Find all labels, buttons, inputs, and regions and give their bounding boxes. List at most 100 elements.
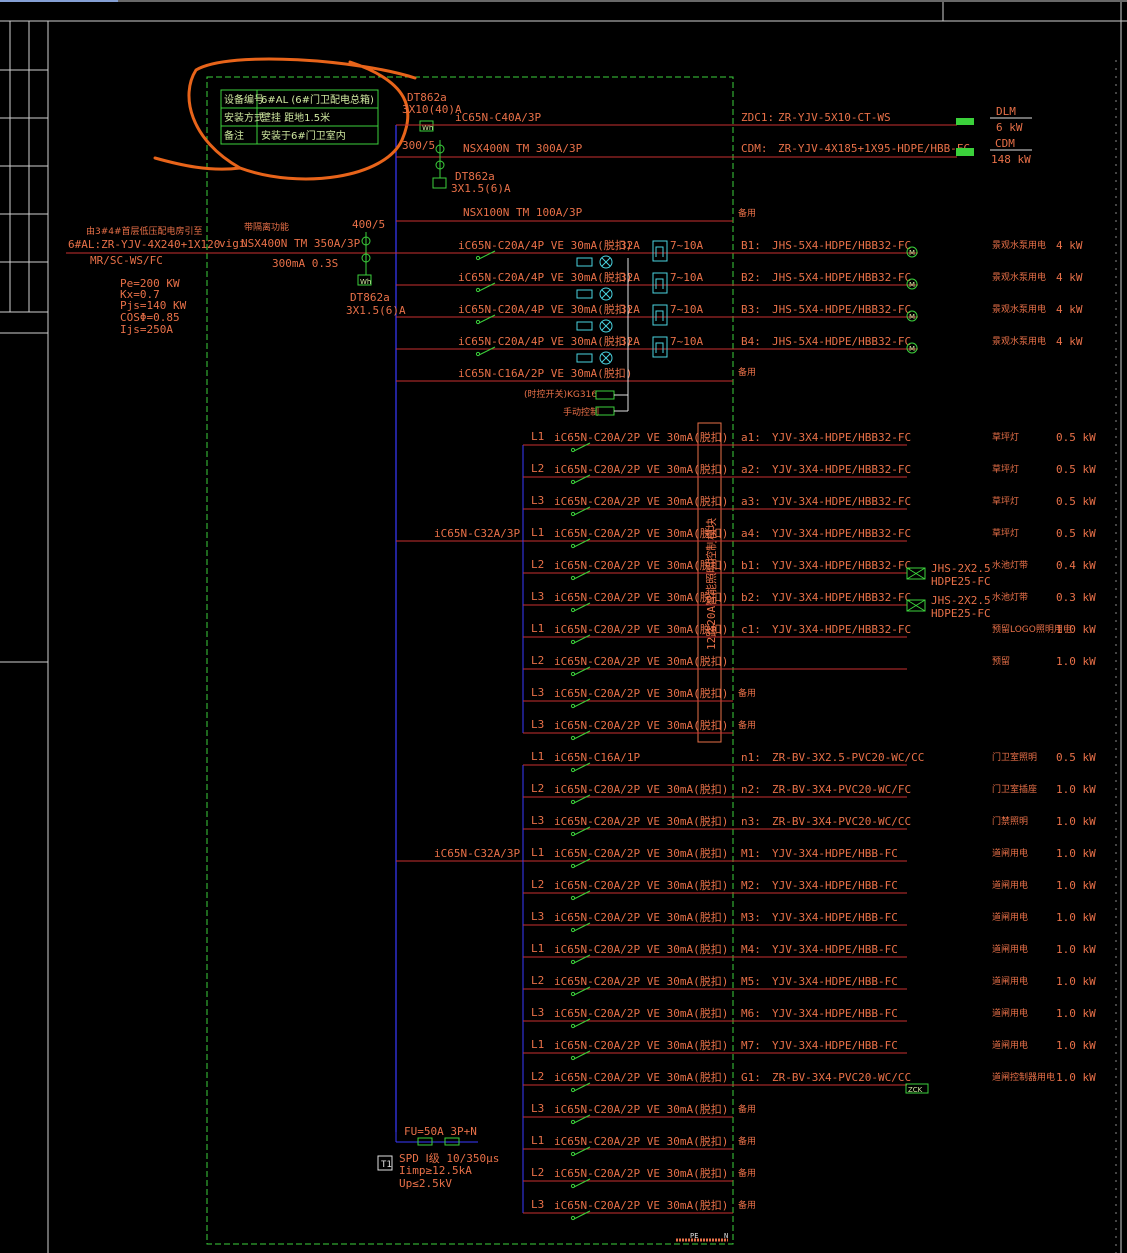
group2-main-breaker: iC65N-C32A/3P <box>434 847 520 860</box>
phase-label: L3 <box>531 1006 544 1019</box>
top-circuit-2-ct: 300/5 <box>402 139 435 152</box>
pump-breaker: iC65N-C20A/4P VE 30mA(脱扣) <box>458 302 632 316</box>
top-circuit-3-breaker: NSX100N TM 100A/3P <box>463 206 583 219</box>
group2-row: L2 iC65N-C20A/2P VE 30mA(脱扣) M5: YJV-3X4-HD… <box>523 974 1096 997</box>
pump-amp: 32A <box>620 335 640 348</box>
branch-breaker: iC65N-C20A/2P VE 30mA(脱扣) <box>554 590 728 604</box>
branch-breaker: iC65N-C20A/2P VE 30mA(脱扣) <box>554 1102 728 1116</box>
branch-cable: YJV-3X4-HDPE/HBB-FC <box>772 879 898 892</box>
distribution-diagram: 设备编号 6#AL (6#门卫配电总箱) 安装方式 壁挂 距地1.5米 备注 安… <box>0 0 1127 1253</box>
top-circuit-3: NSX100N TM 100A/3P 备用 <box>396 206 756 222</box>
branch-breaker: iC65N-C20A/2P VE 30mA(脱扣) <box>554 718 728 732</box>
incoming-line2: 6#AL:ZR-YJV-4X240+1X120 <box>68 238 220 251</box>
phase-label: L3 <box>531 494 544 507</box>
incoming-ct: 400/5 <box>352 218 385 231</box>
branch-kw: 1.0 kW <box>1056 623 1096 636</box>
pump-desc: 景观水泵用电 <box>992 271 1046 283</box>
spare-tag: 备用 <box>738 719 756 731</box>
phase-label: L3 <box>531 1198 544 1211</box>
incoming-breaker: NSX400N TM 350A/3P <box>241 237 361 250</box>
group2-row: L1 iC65N-C16A/1P n1: ZR-BV-3X2.5-PVC20-WC/C… <box>523 750 1096 773</box>
top-circuit-1: iC65N-C40A/3P ZDC1: ZR-YJV-5X10-CT-WS DL… <box>396 105 1032 134</box>
info-val-1: 6#AL (6#门卫配电总箱) <box>261 93 374 106</box>
pump-id: B2: <box>741 271 761 284</box>
branch-kw: 0.3 kW <box>1056 591 1096 604</box>
incoming-rcd: 300mA 0.3S <box>272 257 338 270</box>
branch-cable: YJV-3X4-HDPE/HBB32-FC <box>772 591 911 604</box>
phase-label: L1 <box>531 1038 544 1051</box>
pump-amp: 32A <box>620 239 640 252</box>
spd-line2: Iimp≥12.5kA <box>399 1164 472 1177</box>
lighting-group: iC65N-C32A/3P 12路20A智能照明控制模块 L1 iC65N-C20… <box>396 422 1096 743</box>
branch-id: M7: <box>741 1039 761 1052</box>
branch-cable: YJV-3X4-HDPE/HBB-FC <box>772 1007 898 1020</box>
motor-icon: M <box>909 345 915 353</box>
branch-cable: YJV-3X4-HDPE/HBB-FC <box>772 911 898 924</box>
top-circuit-2-cable: ZR-YJV-4X185+1X95-HDPE/HBB-FC <box>778 142 970 155</box>
phase-label: L1 <box>531 846 544 859</box>
branch-breaker: iC65N-C20A/2P VE 30mA(脱扣) <box>554 430 728 444</box>
top-circuit-2: 300/5 NSX400N TM 300A/3P DT862a 3X1.5(6)… <box>396 137 1032 195</box>
group1-row: L1 iC65N-C20A/2P VE 30mA(脱扣) c1: YJV-3X4-HD… <box>523 622 1096 645</box>
spd-tag: T1 <box>381 1160 392 1170</box>
branch-desc: 门禁照明 <box>992 815 1028 827</box>
pump-circuit-2: iC65N-C20A/4P VE 30mA(脱扣)32A 7~10A B2: JHS-… <box>396 270 1083 301</box>
branch-kw: 0.4 kW <box>1056 559 1096 572</box>
group2-row: L3 iC65N-C20A/2P VE 30mA(脱扣) n3: ZR-BV-3X4-… <box>523 814 1096 837</box>
branch-cable: YJV-3X4-HDPE/HBB32-FC <box>772 463 911 476</box>
pump-cable: JHS-5X4-HDPE/HBB32-FC <box>772 271 911 284</box>
branch-desc: 草坪灯 <box>992 431 1019 443</box>
branch-cable: YJV-3X4-HDPE/HBB32-FC <box>772 527 911 540</box>
group1-main-breaker: iC65N-C32A/3P <box>434 527 520 540</box>
branch-cable: ZR-BV-3X4-PVC20-WC/CC <box>772 815 911 828</box>
group2-row: L1 iC65N-C20A/2P VE 30mA(脱扣) M7: YJV-3X4-HD… <box>523 1038 1096 1061</box>
branch-cable: YJV-3X4-HDPE/HBB32-FC <box>772 495 911 508</box>
surge-protection: FU=50A 3P+N T1 SPD Ⅰ级 10/350μs Iimp≥12.5… <box>377 1125 499 1190</box>
phase-label: L1 <box>531 750 544 763</box>
info-key-2: 安装方式 <box>224 111 264 124</box>
branch-id: n2: <box>741 783 761 796</box>
top-circuit-2-load-kw: 148 kW <box>991 153 1031 166</box>
param-ijs: Ijs=250A <box>120 323 173 336</box>
group2-row: L3 iC65N-C20A/2P VE 30mA(脱扣) 备用 <box>523 1198 756 1221</box>
group2-row: L1 iC65N-C20A/2P VE 30mA(脱扣) M1: YJV-3X4-HD… <box>523 846 1096 869</box>
branch-id: b2: <box>741 591 761 604</box>
branch-id: M1: <box>741 847 761 860</box>
branch-id: a2: <box>741 463 761 476</box>
control-manual: 手动控制 <box>563 406 599 418</box>
branch-desc: 道闸用电 <box>992 879 1028 891</box>
branch-id: b1: <box>741 559 761 572</box>
branch-kw: 1.0 kW <box>1056 1007 1096 1020</box>
branch-kw: 1.0 kW <box>1056 943 1096 956</box>
pump-circuit-1: iC65N-C20A/4P VE 30mA(脱扣)32A 7~10A B1: JHS-… <box>396 238 1083 269</box>
phase-label: L3 <box>531 686 544 699</box>
pump-amp: 32A <box>620 303 640 316</box>
branch-kw: 1.0 kW <box>1056 975 1096 988</box>
phase-label: L3 <box>531 1102 544 1115</box>
phase-label: L3 <box>531 718 544 731</box>
branch-id: a1: <box>741 431 761 444</box>
branch-cable: YJV-3X4-HDPE/HBB32-FC <box>772 559 911 572</box>
branch-kw: 0.5 kW <box>1056 527 1096 540</box>
pump-circuit-3: iC65N-C20A/4P VE 30mA(脱扣)32A 7~10A B3: JHS-… <box>396 302 1083 333</box>
pump-id: B3: <box>741 303 761 316</box>
pump-desc: 景观水泵用电 <box>992 335 1046 347</box>
motor-icon: M <box>909 281 915 289</box>
branch-breaker: iC65N-C16A/1P <box>554 751 640 764</box>
phase-label: L1 <box>531 1134 544 1147</box>
phase-label: L2 <box>531 1166 544 1179</box>
branch-breaker: iC65N-C20A/2P VE 30mA(脱扣) <box>554 1198 728 1212</box>
branch-extra-conduit: HDPE25-FC <box>931 575 991 588</box>
branch-desc: 道闸用电 <box>992 847 1028 859</box>
branch-breaker: iC65N-C20A/2P VE 30mA(脱扣) <box>554 878 728 892</box>
pump-cable: JHS-5X4-HDPE/HBB32-FC <box>772 239 911 252</box>
branch-extra-conduit: HDPE25-FC <box>931 607 991 620</box>
info-key-1: 设备编号 <box>224 93 264 106</box>
phase-label: L1 <box>531 622 544 635</box>
branch-id: M4: <box>741 943 761 956</box>
branch-breaker: iC65N-C20A/2P VE 30mA(脱扣) <box>554 1006 728 1020</box>
group2-row: L2 iC65N-C20A/2P VE 30mA(脱扣) 备用 <box>523 1166 756 1189</box>
phase-label: L1 <box>531 526 544 539</box>
spare-tag: 备用 <box>738 687 756 699</box>
branch-desc: 水池灯带 <box>992 591 1028 603</box>
